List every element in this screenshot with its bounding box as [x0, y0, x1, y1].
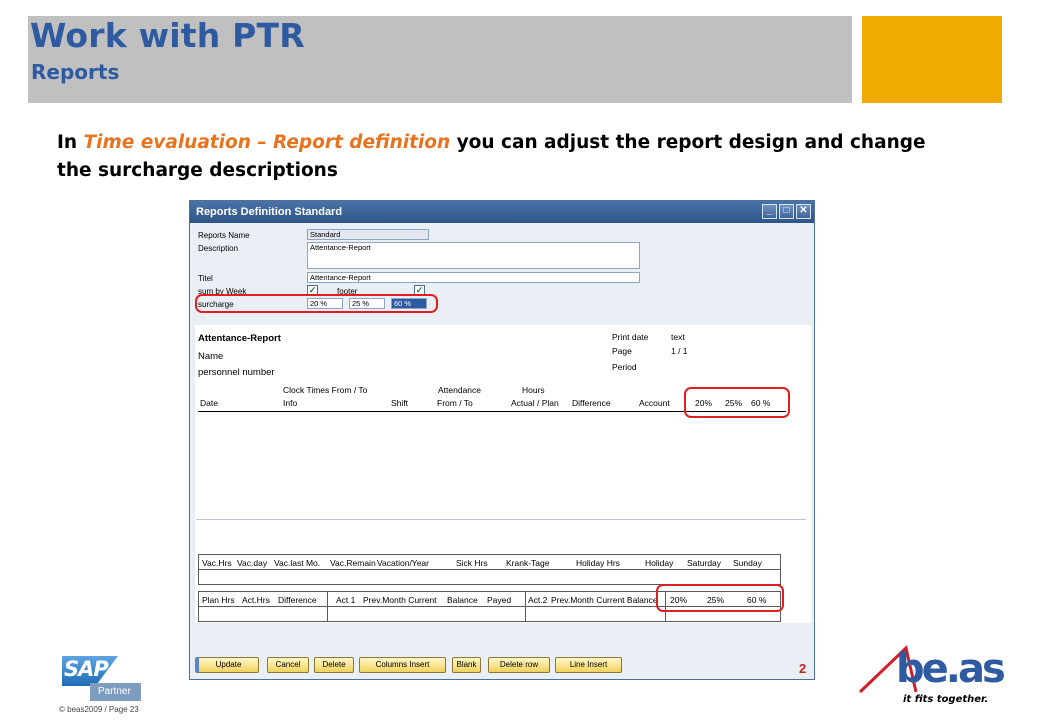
st1-vac-last: Vac.last Mo.	[274, 558, 321, 568]
st1-vac-hrs: Vac.Hrs	[202, 558, 232, 568]
col-date: Date	[200, 398, 218, 408]
report-name-label: Name	[198, 351, 224, 362]
description-label: Description	[198, 244, 239, 253]
st1-vacation-year: Vacation/Year	[377, 558, 429, 568]
st2-act-hrs: Act.Hrs	[242, 595, 270, 605]
reports-name-label: Reports Name	[198, 231, 250, 240]
summary-table-1: Vac.Hrs Vac.day Vac.last Mo. Vac.Remain …	[198, 554, 781, 585]
st2-payed: Payed	[487, 595, 512, 605]
update-button[interactable]: Update	[195, 657, 259, 673]
intro-highlight: Time evaluation – Report definition	[83, 132, 451, 153]
intro-pre: In	[57, 132, 84, 153]
beas-tagline: it fits together.	[903, 694, 989, 705]
period-label: Period	[612, 362, 637, 372]
report-personnel-label: personnel number	[198, 367, 275, 378]
maximize-icon[interactable]: □	[779, 204, 794, 219]
col-info: Info	[283, 398, 298, 408]
partner-text: Partner	[98, 686, 131, 697]
columns-insert-button[interactable]: Columns Insert	[359, 657, 446, 673]
st1-vac-day: Vac.day	[237, 558, 268, 568]
st1-holiday: Holiday	[645, 558, 674, 568]
st2-act-1: Act 1	[336, 595, 356, 605]
st2-prev-month-current-balance: Prev.Month Current Balance	[551, 595, 658, 605]
col-from-to: From / To	[437, 398, 473, 408]
footer-separator	[196, 519, 806, 520]
col-actual-plan: Actual / Plan	[511, 398, 559, 408]
st1-sunday: Sunday	[733, 558, 762, 568]
cancel-button[interactable]: Cancel	[267, 657, 309, 673]
line-insert-button[interactable]: Line Insert	[555, 657, 622, 673]
reports-definition-window: Reports Definition Standard _ □ ✕ Report…	[189, 200, 815, 680]
titel-label: Titel	[198, 274, 213, 283]
print-date-value: text	[671, 332, 685, 342]
st1-saturday: Saturday	[687, 558, 722, 568]
col-account: Account	[639, 398, 670, 408]
column-surcharge-callout	[684, 387, 790, 418]
window-title: Reports Definition Standard	[196, 206, 343, 218]
page-label: Page	[612, 346, 632, 356]
st1-vac-remain: Vac.Remain	[330, 558, 376, 568]
summary-surcharge-callout	[656, 584, 784, 612]
group-hours: Hours	[522, 385, 545, 395]
delete-button[interactable]: Delete	[314, 657, 354, 673]
description-field[interactable]: Attentance-Report	[307, 242, 640, 269]
group-attendance: Attendance	[438, 385, 482, 395]
beas-logo-text: be.as	[896, 646, 1006, 692]
delete-row-button[interactable]: Delete row	[488, 657, 550, 673]
st2-balance: Balance	[447, 595, 478, 605]
report-heading: Attentance-Report	[198, 333, 281, 344]
summary-table-1-divider	[199, 569, 780, 570]
st1-holiday-hrs: Holiday Hrs	[576, 558, 620, 568]
st2-prev-month-current: Prev.Month Current	[363, 595, 437, 605]
slide-title: Work with PTR	[30, 16, 305, 55]
slide-subtitle: Reports	[31, 60, 120, 84]
print-date-label: Print date	[612, 332, 649, 342]
group-clock-times: Clock Times From / To	[283, 385, 368, 395]
copyright-text: © beas2009 / Page 23	[59, 705, 139, 714]
close-icon[interactable]: ✕	[796, 204, 811, 219]
st2-act-2: Act.2	[528, 595, 548, 605]
st2-plan-hrs: Plan Hrs	[202, 595, 235, 605]
st1-sick-hrs: Sick Hrs	[456, 558, 488, 568]
reports-name-field[interactable]: Standard	[307, 229, 429, 240]
minimize-icon[interactable]: _	[762, 204, 777, 219]
st1-krank-tage: Krank-Tage	[506, 558, 550, 568]
st2-col-sep	[327, 592, 328, 621]
col-difference: Difference	[572, 398, 611, 408]
accent-box	[862, 16, 1002, 103]
page-value: 1 / 1	[671, 346, 688, 356]
titel-field[interactable]: Attentance-Report	[307, 272, 640, 283]
st2-col-sep	[525, 592, 526, 621]
intro-text: In Time evaluation – Report definition y…	[57, 129, 957, 185]
blank-button[interactable]: Blank	[452, 657, 481, 673]
col-shift: Shift	[391, 398, 409, 408]
surcharge-callout	[195, 294, 438, 313]
sap-logo-text: SAP	[64, 657, 109, 681]
window-titlebar[interactable]: Reports Definition Standard _ □ ✕	[190, 201, 814, 223]
st2-difference: Difference	[278, 595, 317, 605]
annotation-mark: 2	[799, 661, 807, 676]
